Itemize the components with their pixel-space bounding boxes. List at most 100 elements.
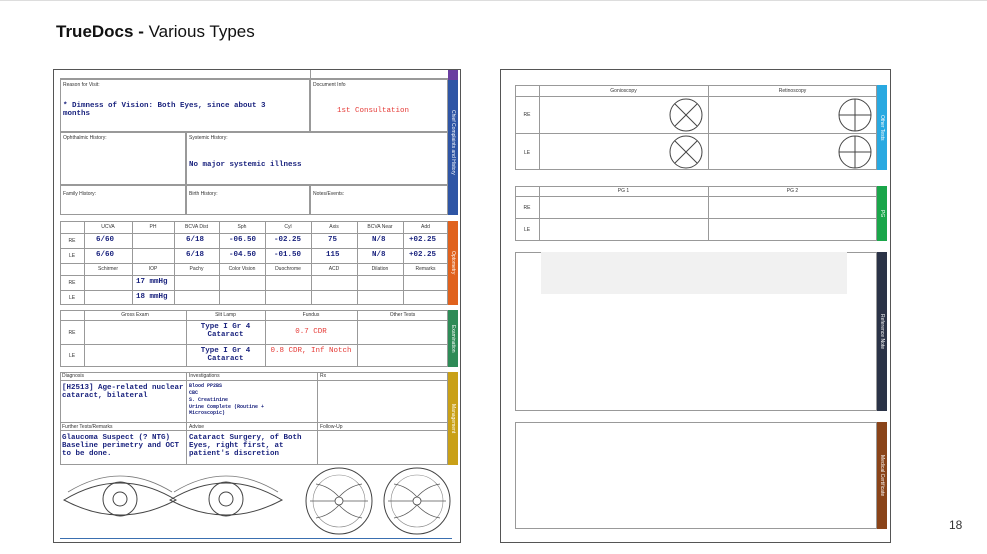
exam-row-re-eye: RE	[68, 330, 76, 336]
pg2-header: PG 2	[786, 188, 799, 194]
exam-header-gross: Gross Exam	[121, 312, 149, 318]
exam-header-slit-lamp: Slit Lamp	[215, 312, 236, 318]
retinoscopy-re-plus-icon	[838, 98, 872, 132]
opto-row-le-eye: LE	[68, 253, 76, 259]
gonioscopy-header: Gonioscopy	[610, 88, 637, 94]
exam-header-other: Other Tests	[389, 312, 416, 318]
opto2-row-re-eye: RE	[68, 280, 76, 286]
systemic-history-value: No major systemic illness	[189, 161, 302, 169]
pg1-header: PG 1	[617, 188, 630, 194]
document-info-cell: Document Info 1st Consultation	[310, 79, 448, 132]
exam-header-fundus: Fundus	[302, 312, 320, 318]
opto-re-sph: -06.50	[229, 236, 257, 244]
opto-le-bcva-dist: 6/18	[186, 251, 205, 259]
reason-value: * Dimness of Vision: Both Eyes, since ab…	[63, 102, 266, 118]
medical-certificate-block	[515, 422, 877, 529]
right-document: Gonioscopy Retinoscopy RE LE Other Tests…	[500, 69, 891, 543]
investigations-label: Investigations	[189, 373, 220, 379]
opto2-header-schirmer: Schirmer	[97, 266, 118, 272]
page-number: 18	[949, 518, 963, 532]
opto-re-ucva: 6/60	[96, 236, 115, 244]
document-info-label: Document Info	[313, 82, 346, 88]
rx-label: Rx	[320, 373, 327, 379]
birth-history-cell: Birth History:	[186, 185, 310, 215]
tab-examination: Examination	[448, 310, 458, 367]
opto2-header-iop: IOP	[148, 266, 158, 272]
systemic-history-cell: Systemic History: No major systemic illn…	[186, 132, 448, 185]
pg-row-le-eye: LE	[523, 227, 531, 233]
investigation-item-0: Blood PP2BS	[189, 383, 223, 389]
further-tests-label: Further Tests/Remarks	[62, 424, 113, 430]
advise-value: Cataract Surgery, of Both Eyes, right fi…	[189, 434, 302, 458]
tab-pg: PG	[877, 186, 887, 241]
title-subtitle: Various Types	[143, 22, 255, 41]
opto2-header-acd: ACD	[328, 266, 340, 272]
opto2-le-iop: 18 mmHg	[136, 293, 168, 301]
top-divider	[0, 0, 987, 1]
opto2-re-iop: 17 mmHg	[136, 278, 168, 286]
opto-header-cyl: Cyl	[284, 224, 292, 230]
advise-label: Advise	[189, 424, 205, 430]
opto2-header-duochrome: Duochrome	[275, 266, 301, 272]
opto-header-bcva-dist: BCVA Dist	[185, 224, 208, 230]
exam-row-le-eye: LE	[68, 353, 76, 359]
opto-row-re-eye: RE	[68, 238, 76, 244]
opto2-header-dilation: Dilation	[371, 266, 389, 272]
family-history-cell: Family History:	[60, 185, 186, 215]
opto-header-ucva: UCVA	[101, 224, 115, 230]
exam-le-fundus: 0.8 CDR, Inf Notch	[270, 347, 352, 355]
opto-re-bcva-near: N/8	[372, 236, 386, 244]
reference-note-shaded	[541, 252, 847, 294]
opto-header-ph: PH	[149, 224, 157, 230]
opto2-header-pachy: Pachy	[189, 266, 204, 272]
other-row-re-eye: RE	[523, 112, 531, 118]
gonioscopy-re-cross-icon	[669, 98, 703, 132]
tab-other-tests: Other Tests	[877, 85, 887, 170]
opto-header-bcva-near: BCVA Near	[367, 224, 393, 230]
opto-header-axis: Axis	[329, 224, 339, 230]
eye-diagram-right-icon	[62, 475, 178, 517]
opto2-header-color-vision: Color Vision	[228, 266, 256, 272]
opto-header-sph: Sph	[237, 224, 247, 230]
exam-le-slit: Type I Gr 4 Cataract	[200, 347, 251, 363]
opto-le-sph: -04.50	[229, 251, 257, 259]
tab-chief-complaints: Chief Complaints and History	[448, 70, 458, 215]
title-brand: TrueDocs -	[56, 22, 144, 41]
ophthalmic-history-cell: Ophthalmic History:	[60, 132, 186, 185]
diagnosis-value: [H2513] Age-related nuclear cataract, bi…	[62, 384, 184, 400]
opto-le-ucva: 6/60	[96, 251, 115, 259]
left-document: Reason for Visit: * Dimness of Vision: B…	[53, 69, 461, 543]
notes-cell: Notes/Events:	[310, 185, 448, 215]
tab-management: Management	[448, 372, 458, 465]
slide-title: TrueDocs - Various Types	[56, 22, 255, 42]
opto-re-bcva-dist: 6/18	[186, 236, 205, 244]
opto-le-cyl: -01.50	[274, 251, 302, 259]
fundus-diagram-right-icon	[305, 467, 373, 535]
notes-label: Notes/Events:	[313, 191, 345, 197]
follow-up-label: Follow-Up	[320, 424, 343, 430]
family-history-label: Family History:	[63, 191, 97, 197]
exam-re-slit: Type I Gr 4 Cataract	[200, 323, 251, 339]
document-info-value: 1st Consultation	[337, 107, 410, 115]
investigation-item-1: CBC	[189, 390, 199, 396]
opto2-row-le-eye: LE	[68, 295, 76, 301]
ophthalmic-history-label: Ophthalmic History:	[63, 135, 107, 141]
other-row-le-eye: LE	[523, 150, 531, 156]
further-tests-value: Glaucoma Suspect (? NTG) Baseline perime…	[62, 434, 180, 458]
opto-le-add: +02.25	[409, 251, 437, 259]
opto-re-axis: 75	[328, 236, 338, 244]
opto-le-bcva-near: N/8	[372, 251, 386, 259]
reason-label: Reason for Visit:	[63, 82, 100, 88]
gonioscopy-le-cross-icon	[669, 135, 703, 169]
tab-optometry: Optometry	[448, 221, 458, 305]
investigation-item-2: S. Creatinine	[189, 397, 229, 403]
diagnosis-label: Diagnosis	[62, 373, 84, 379]
pg-row-re-eye: RE	[523, 205, 531, 211]
tab-purple-strip	[448, 70, 458, 80]
opto2-header-remarks: Remarks	[415, 266, 436, 272]
systemic-history-label: Systemic History:	[189, 135, 228, 141]
retinoscopy-le-plus-icon	[838, 135, 872, 169]
eye-diagram-left-icon	[168, 475, 284, 517]
opto-re-add: +02.25	[409, 236, 437, 244]
pg-block	[515, 186, 877, 241]
